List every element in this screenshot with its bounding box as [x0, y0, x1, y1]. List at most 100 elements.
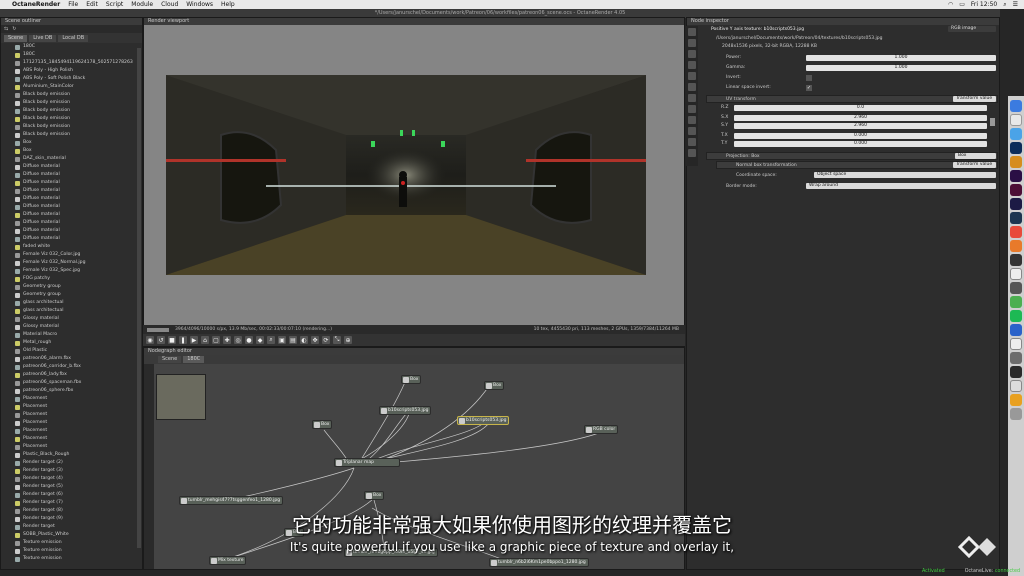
outliner-item[interactable]: Render target (7)	[15, 499, 142, 507]
spotify-icon[interactable]	[1010, 310, 1022, 322]
photoshop-icon[interactable]	[1010, 142, 1022, 154]
tab-local-db[interactable]: Local DB	[58, 34, 89, 42]
play-icon[interactable]: ▶	[190, 336, 198, 344]
menu-file[interactable]: File	[64, 1, 82, 8]
reset-icon[interactable]: ↺	[157, 336, 165, 344]
outliner-item[interactable]: Diffuse material	[15, 203, 142, 211]
projection-select[interactable]: Box	[955, 153, 996, 159]
nbt-select[interactable]: Transform value	[953, 162, 996, 168]
node-icon-5[interactable]	[688, 72, 696, 80]
outliner-item[interactable]: glass architectual	[15, 299, 142, 307]
node-rgb-color[interactable]: RGB color	[584, 425, 619, 434]
app-icon-4[interactable]	[1010, 282, 1022, 294]
node-icon-4[interactable]	[688, 61, 696, 69]
outliner-item[interactable]: Black body emission	[15, 99, 142, 107]
node-type-select[interactable]: RGB image	[948, 26, 996, 32]
gamma-field[interactable]: 1.000	[806, 65, 996, 71]
menu-module[interactable]: Module	[127, 1, 157, 8]
outliner-item[interactable]: DAZ_skin_material	[15, 155, 142, 163]
menu-help[interactable]: Help	[217, 1, 239, 8]
menu-windows[interactable]: Windows	[182, 1, 217, 8]
tab-scene[interactable]: Scene	[4, 34, 28, 42]
app-icon-9[interactable]	[1010, 380, 1022, 392]
tx-field[interactable]: 0.000	[734, 133, 987, 139]
outliner-item[interactable]: Plastic_Black_Rough	[15, 451, 142, 459]
app-icon-8[interactable]	[1010, 352, 1022, 364]
node-icon-2[interactable]	[688, 39, 696, 47]
outliner-item[interactable]: Render target (4)	[15, 475, 142, 483]
region-icon[interactable]: ▢	[212, 336, 220, 344]
node-mix-texture[interactable]: Mix texture	[209, 556, 247, 565]
scale-lock-icon[interactable]	[990, 118, 995, 126]
scale-icon[interactable]: ⤡	[333, 336, 341, 344]
app-icon-3[interactable]	[1010, 268, 1022, 280]
outliner-item[interactable]: Render target (5)	[15, 483, 142, 491]
app-icon-2[interactable]	[1010, 254, 1022, 266]
search-icon[interactable]: ⌕	[1003, 1, 1006, 9]
indesign-icon[interactable]	[1010, 184, 1022, 196]
blender-icon[interactable]	[1010, 240, 1022, 252]
outliner-item[interactable]: Glossy material	[15, 323, 142, 331]
outliner-scrollbar[interactable]	[137, 48, 141, 548]
outliner-item[interactable]: glass architectual	[15, 307, 142, 315]
outliner-item[interactable]: Texture emission	[15, 555, 142, 563]
app-icon-7[interactable]	[1010, 338, 1022, 350]
app-icon-10[interactable]	[1010, 394, 1022, 406]
wifi-icon[interactable]: ◠	[948, 1, 953, 8]
outliner-item[interactable]: ABS Poly - High Polish	[15, 67, 142, 75]
node-icon-9[interactable]	[688, 116, 696, 124]
outliner-item[interactable]: Diffuse material	[15, 171, 142, 179]
outliner-item[interactable]: Placement	[15, 411, 142, 419]
outliner-item[interactable]: Diffuse material	[15, 211, 142, 219]
outliner-item[interactable]: Box	[15, 147, 142, 155]
menu-script[interactable]: Script	[102, 1, 127, 8]
lock-icon[interactable]: ⌂	[201, 336, 209, 344]
list-icon[interactable]: ☰	[1013, 1, 1018, 8]
pause-icon[interactable]: ❚	[179, 336, 187, 344]
uv-type-select[interactable]: Transform value	[953, 96, 996, 102]
menu-app[interactable]: OctaneRender	[8, 1, 64, 8]
power-field[interactable]: 1.000	[806, 55, 996, 61]
invert-checkbox[interactable]	[806, 75, 812, 81]
outliner-item[interactable]: Black body emission	[15, 91, 142, 99]
outliner-item[interactable]: Female Viz 032_Spec.jpg	[15, 267, 142, 275]
outliner-item[interactable]: Black body emission	[15, 115, 142, 123]
sy-field[interactable]: 2.960	[734, 123, 987, 129]
outliner-item[interactable]: Placement	[15, 403, 142, 411]
node-box-4[interactable]: Box	[364, 491, 385, 500]
outliner-item[interactable]: Black body emission	[15, 131, 142, 139]
outliner-item[interactable]: patreon06_corridor_b.fbx	[15, 363, 142, 371]
safari-icon[interactable]	[1010, 128, 1022, 140]
outliner-item[interactable]: Geometry group	[15, 283, 142, 291]
outliner-item[interactable]: Geometry group	[15, 291, 142, 299]
outliner-item[interactable]: Placement	[15, 419, 142, 427]
node-box-1[interactable]: Box	[401, 375, 422, 384]
node-texture-2[interactable]: tumblr_mehgis47?7tsggenfeo1_1280.jpg	[179, 496, 284, 505]
outliner-item[interactable]: Box	[15, 139, 142, 147]
lightroom-icon[interactable]	[1010, 212, 1022, 224]
node-icon-10[interactable]	[688, 127, 696, 135]
after-effects-icon[interactable]	[1010, 198, 1022, 210]
premiere-icon[interactable]	[1010, 170, 1022, 182]
outliner-item[interactable]: patreon06_lady.fbx	[15, 371, 142, 379]
render-image[interactable]	[166, 75, 646, 275]
node-texture-selected[interactable]: b10scripts053.jpg	[457, 416, 510, 425]
outliner-item[interactable]: Material Macro	[15, 331, 142, 339]
outliner-item[interactable]: Diffuse material	[15, 227, 142, 235]
outliner-item[interactable]: Metal_rough	[15, 339, 142, 347]
menu-cloud[interactable]: Cloud	[157, 1, 182, 8]
outliner-item[interactable]: patreon06_spaceman.fbx	[15, 379, 142, 387]
focus-icon[interactable]: ◎	[234, 336, 242, 344]
node-icon-8[interactable]	[688, 105, 696, 113]
decal-icon[interactable]: ◐	[300, 336, 308, 344]
coord-space-select[interactable]: Object space	[814, 172, 996, 178]
node-icon-11[interactable]	[688, 138, 696, 146]
clock[interactable]: Fri 12:50	[971, 1, 997, 8]
camera-icon[interactable]: ◉	[146, 336, 154, 344]
stop-icon[interactable]: ■	[168, 336, 176, 344]
outliner-item[interactable]: Old Plastic	[15, 347, 142, 355]
zoom-icon[interactable]: ⌕	[267, 336, 275, 344]
subsample-icon[interactable]: ▤	[289, 336, 297, 344]
sx-field[interactable]: 2.960	[734, 115, 987, 121]
outliner-item[interactable]: Render target (3)	[15, 467, 142, 475]
